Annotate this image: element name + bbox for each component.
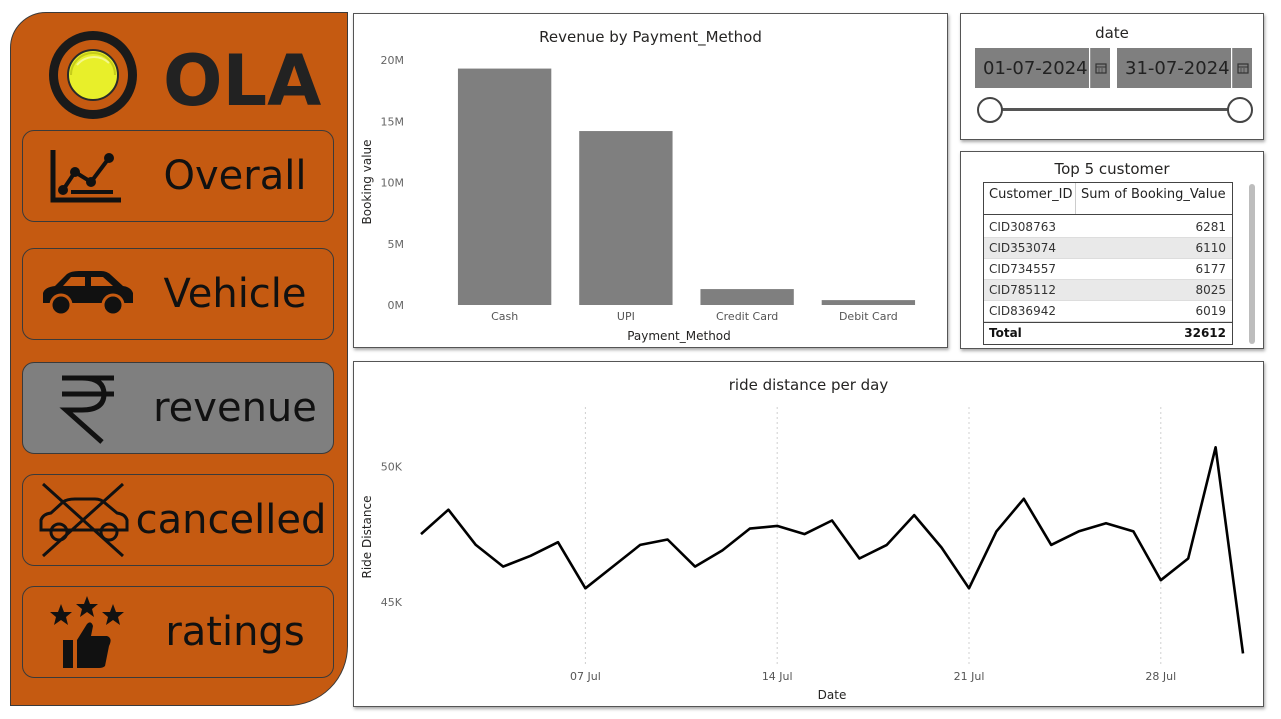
x-tick-label: 28 Jul bbox=[1145, 670, 1176, 683]
x-tick-label: Cash bbox=[491, 310, 518, 323]
table-row: CID734557 6177 bbox=[984, 259, 1232, 280]
customer-id: CID308763 bbox=[989, 220, 1056, 234]
date-slicer-title: date bbox=[1095, 24, 1129, 42]
x-axis-title: Date bbox=[818, 688, 847, 702]
brand-text: OLA bbox=[163, 40, 321, 121]
y-axis-title: Booking value bbox=[360, 139, 374, 224]
x-tick-label: UPI bbox=[617, 310, 635, 323]
y-axis-title: Ride Distance bbox=[360, 496, 374, 579]
bar bbox=[821, 300, 916, 305]
ride-distance-panel: ride distance per day 07 Jul 14 Jul 21 Jul… bbox=[353, 361, 1264, 707]
end-date-handle[interactable] bbox=[1227, 97, 1253, 123]
total-label: Total bbox=[989, 326, 1022, 340]
customer-id: CID353074 bbox=[989, 241, 1056, 255]
x-tick-label: 21 Jul bbox=[954, 670, 985, 683]
booking-value: 6281 bbox=[1195, 220, 1226, 234]
x-tick-label: 14 Jul bbox=[762, 670, 793, 683]
top-customers-panel: Top 5 customer Customer_ID Sum of Bookin… bbox=[960, 151, 1264, 349]
y-tick-label: 45K bbox=[381, 596, 403, 609]
line-chart: 07 Jul 14 Jul 21 Jul 28 Jul 45K 50K Date Ride D… bbox=[360, 407, 1245, 702]
nav-vehicle-label: Vehicle bbox=[163, 271, 307, 317]
ride-distance-line bbox=[420, 446, 1245, 654]
booking-value: 6110 bbox=[1195, 241, 1226, 255]
x-tick-label: 07 Jul bbox=[570, 670, 601, 683]
x-axis-title: Payment_Method bbox=[627, 329, 731, 343]
bar bbox=[700, 289, 794, 305]
bar bbox=[457, 68, 552, 305]
nav-overall-label: Overall bbox=[163, 153, 307, 199]
nav-vehicle[interactable]: Vehicle bbox=[22, 248, 334, 340]
calendar-icon[interactable] bbox=[1090, 48, 1110, 88]
customer-id: CID785112 bbox=[989, 283, 1056, 297]
y-tick-label: 20M bbox=[381, 54, 405, 67]
date-slicer-panel: date 01-07-2024 31-07-2024 bbox=[960, 13, 1264, 140]
total-value: 32612 bbox=[1184, 326, 1226, 340]
start-date-handle[interactable] bbox=[977, 97, 1003, 123]
top-customers-title: Top 5 customer bbox=[1054, 160, 1170, 178]
bar-chart: 0M 5M 10M 15M 20M Cash UPI Credit Card Debit Car… bbox=[360, 54, 916, 343]
rupee-icon bbox=[39, 363, 135, 453]
car-icon bbox=[39, 249, 135, 339]
customer-id: CID836942 bbox=[989, 304, 1056, 318]
start-date-input[interactable]: 01-07-2024 bbox=[975, 48, 1089, 88]
ola-logo: OLA bbox=[41, 29, 331, 122]
table-header: Customer_ID Sum of Booking_Value bbox=[984, 183, 1232, 215]
y-tick-label: 0M bbox=[388, 299, 405, 312]
x-tick-label: Credit Card bbox=[716, 310, 778, 323]
nav-revenue[interactable]: revenue bbox=[22, 362, 334, 454]
x-tick-label: Debit Card bbox=[839, 310, 898, 323]
y-tick-label: 15M bbox=[381, 115, 405, 128]
booking-value: 6177 bbox=[1195, 262, 1226, 276]
line-chart-icon bbox=[39, 131, 135, 221]
nav-overall[interactable]: Overall bbox=[22, 130, 334, 222]
date-range-track bbox=[989, 108, 1241, 111]
nav-cancelled[interactable]: cancelled bbox=[22, 474, 334, 566]
column-header-customer-id[interactable]: Customer_ID bbox=[984, 183, 1076, 214]
y-tick-label: 50K bbox=[381, 460, 403, 473]
revenue-by-payment-panel: Revenue by Payment_Method 0M 5M 10M 15M 20M C… bbox=[353, 13, 948, 348]
end-date-input[interactable]: 31-07-2024 bbox=[1117, 48, 1231, 88]
table-total-row: Total 32612 bbox=[984, 322, 1232, 343]
y-tick-label: 10M bbox=[381, 177, 405, 190]
nav-ratings[interactable]: ratings bbox=[22, 586, 334, 678]
top-customers-table: Customer_ID Sum of Booking_Value CID3087… bbox=[983, 182, 1233, 345]
table-row: CID353074 6110 bbox=[984, 238, 1232, 259]
bar bbox=[579, 131, 673, 305]
calendar-icon[interactable] bbox=[1232, 48, 1252, 88]
column-header-booking-value[interactable]: Sum of Booking_Value bbox=[1076, 183, 1232, 214]
y-tick-label: 5M bbox=[388, 238, 405, 251]
table-row: CID785112 8025 bbox=[984, 280, 1232, 301]
table-row: CID836942 6019 bbox=[984, 301, 1232, 322]
nav-cancelled-label: cancelled bbox=[135, 497, 327, 543]
table-row: CID308763 6281 bbox=[984, 217, 1232, 238]
cancelled-car-icon bbox=[35, 475, 131, 565]
table-scrollbar[interactable] bbox=[1249, 184, 1255, 344]
booking-value: 6019 bbox=[1195, 304, 1226, 318]
nav-revenue-label: revenue bbox=[153, 385, 317, 431]
customer-id: CID734557 bbox=[989, 262, 1056, 276]
nav-ratings-label: ratings bbox=[165, 609, 305, 655]
booking-value: 8025 bbox=[1195, 283, 1226, 297]
star-thumbs-up-icon bbox=[39, 587, 135, 677]
